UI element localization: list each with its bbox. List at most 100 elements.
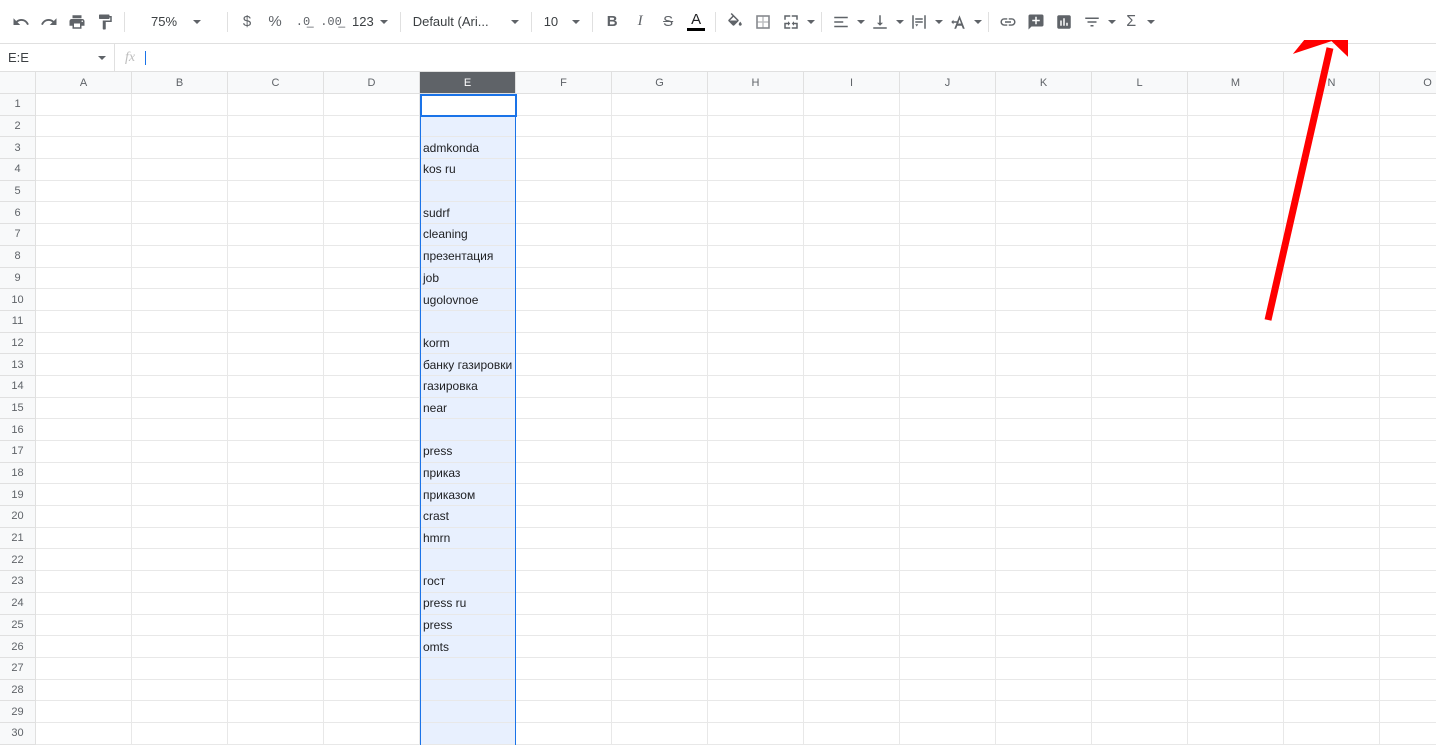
cell[interactable] (516, 354, 612, 376)
cell[interactable] (804, 658, 900, 680)
cell[interactable] (1380, 419, 1436, 441)
cell[interactable] (1284, 94, 1380, 116)
cell[interactable] (324, 701, 420, 723)
text-color-button[interactable]: A (683, 9, 709, 35)
cell[interactable] (1284, 419, 1380, 441)
undo-button[interactable] (8, 9, 34, 35)
name-box[interactable]: E:E (0, 44, 115, 71)
cell[interactable] (36, 615, 132, 637)
cell[interactable] (804, 116, 900, 138)
cell[interactable] (516, 289, 612, 311)
cell[interactable] (996, 159, 1092, 181)
cell[interactable] (228, 506, 324, 528)
row-header[interactable]: 27 (0, 658, 36, 680)
cell[interactable] (1380, 549, 1436, 571)
cell[interactable]: банку газировки (420, 354, 516, 376)
cell[interactable] (228, 419, 324, 441)
cell[interactable] (1188, 137, 1284, 159)
text-wrap-button[interactable] (906, 9, 932, 35)
cell[interactable] (612, 311, 708, 333)
cell[interactable] (804, 463, 900, 485)
row-header[interactable]: 25 (0, 615, 36, 637)
cell[interactable] (900, 484, 996, 506)
cell[interactable] (612, 137, 708, 159)
paint-format-button[interactable] (92, 9, 118, 35)
cell[interactable] (1380, 701, 1436, 723)
cell[interactable] (1284, 159, 1380, 181)
cell[interactable] (1284, 116, 1380, 138)
cell[interactable] (36, 116, 132, 138)
cell[interactable] (1380, 506, 1436, 528)
cell[interactable] (996, 224, 1092, 246)
cell[interactable] (228, 268, 324, 290)
font-size-dropdown[interactable]: 10 (538, 9, 586, 35)
cell[interactable] (804, 94, 900, 116)
row-header[interactable]: 28 (0, 680, 36, 702)
row-header[interactable]: 7 (0, 224, 36, 246)
cell[interactable]: crast (420, 506, 516, 528)
cell[interactable] (36, 484, 132, 506)
cell[interactable] (804, 528, 900, 550)
cell[interactable] (516, 506, 612, 528)
cell[interactable] (516, 615, 612, 637)
cell[interactable] (1092, 419, 1188, 441)
cell[interactable] (132, 528, 228, 550)
cell[interactable] (1284, 506, 1380, 528)
row-header[interactable]: 17 (0, 441, 36, 463)
cell[interactable] (996, 268, 1092, 290)
cell[interactable] (1284, 246, 1380, 268)
cell[interactable] (1092, 701, 1188, 723)
cell[interactable] (804, 506, 900, 528)
cell[interactable] (996, 484, 1092, 506)
cell[interactable] (996, 311, 1092, 333)
format-percent-button[interactable]: % (262, 9, 288, 35)
cell[interactable] (996, 202, 1092, 224)
cell[interactable] (132, 419, 228, 441)
cell[interactable] (1284, 354, 1380, 376)
cell[interactable] (900, 593, 996, 615)
cell[interactable] (1380, 680, 1436, 702)
cell[interactable] (1380, 137, 1436, 159)
cell[interactable] (132, 506, 228, 528)
cell[interactable] (1380, 463, 1436, 485)
cell[interactable] (132, 268, 228, 290)
cell[interactable] (900, 658, 996, 680)
cell[interactable] (36, 571, 132, 593)
cell[interactable] (1092, 116, 1188, 138)
cell[interactable] (612, 419, 708, 441)
cell[interactable] (900, 419, 996, 441)
cell[interactable] (804, 181, 900, 203)
cell[interactable] (1092, 224, 1188, 246)
cell[interactable] (804, 701, 900, 723)
cell[interactable] (900, 506, 996, 528)
italic-button[interactable]: I (627, 9, 653, 35)
cell[interactable] (1380, 571, 1436, 593)
formula-input[interactable] (146, 50, 1436, 65)
cell[interactable] (900, 441, 996, 463)
cell[interactable] (1188, 571, 1284, 593)
cell[interactable] (996, 571, 1092, 593)
cell[interactable] (612, 528, 708, 550)
cell[interactable] (1188, 268, 1284, 290)
text-rotation-button[interactable] (945, 9, 971, 35)
cell[interactable] (612, 224, 708, 246)
cell[interactable] (708, 333, 804, 355)
cell[interactable] (900, 181, 996, 203)
cell[interactable] (1188, 636, 1284, 658)
merge-cells-button[interactable] (778, 9, 804, 35)
cell[interactable] (132, 658, 228, 680)
column-header[interactable]: H (708, 72, 804, 94)
cell[interactable] (1188, 593, 1284, 615)
cell[interactable] (900, 202, 996, 224)
cell[interactable] (900, 723, 996, 745)
cell[interactable] (132, 181, 228, 203)
column-header[interactable]: F (516, 72, 612, 94)
insert-link-button[interactable] (995, 9, 1021, 35)
cell[interactable] (1188, 506, 1284, 528)
cell[interactable] (228, 593, 324, 615)
cell[interactable] (36, 289, 132, 311)
row-header[interactable]: 12 (0, 333, 36, 355)
cell[interactable] (1092, 571, 1188, 593)
cell[interactable] (996, 723, 1092, 745)
cell[interactable] (708, 528, 804, 550)
